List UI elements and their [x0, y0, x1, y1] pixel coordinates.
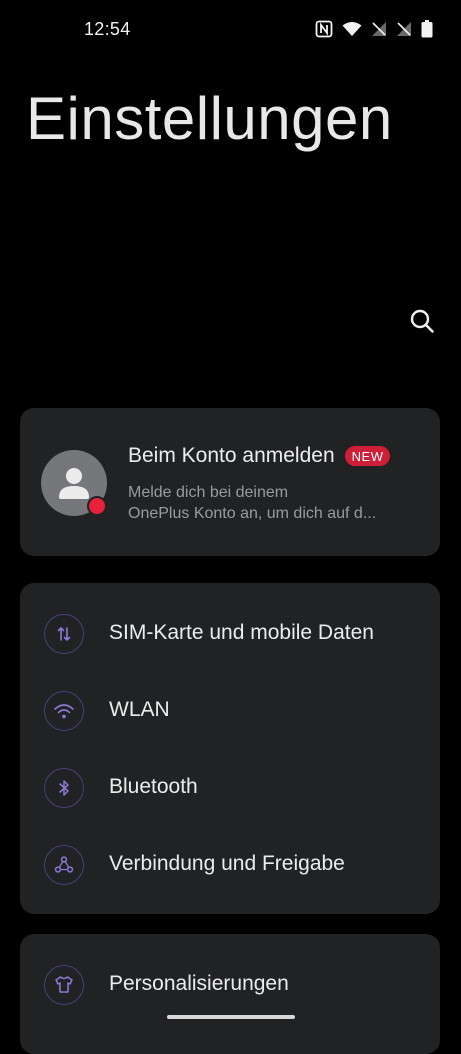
new-badge: NEW — [344, 446, 391, 466]
wifi-icon — [44, 691, 84, 731]
settings-item-wlan[interactable]: WLAN — [20, 672, 440, 750]
search-icon — [410, 309, 434, 333]
settings-item-personalization[interactable]: Personalisierungen — [20, 946, 440, 1024]
page-title: Einstellungen — [26, 85, 393, 152]
nfc-icon — [315, 20, 333, 38]
home-indicator[interactable] — [167, 1015, 295, 1019]
settings-item-bluetooth[interactable]: Bluetooth — [20, 749, 440, 827]
settings-item-label: Bluetooth — [109, 775, 198, 798]
shirt-icon — [44, 965, 84, 1005]
no-signal-icon — [371, 21, 387, 37]
settings-item-label: Verbindung und Freigabe — [109, 852, 345, 875]
no-signal-icon — [396, 21, 412, 37]
personalization-card: Personalisierungen — [20, 934, 440, 1054]
settings-item-label: SIM-Karte und mobile Daten — [109, 621, 374, 644]
bluetooth-icon — [44, 768, 84, 808]
account-title: Beim Konto anmelden — [128, 444, 335, 467]
battery-icon — [421, 20, 433, 38]
sim-data-icon — [44, 614, 84, 654]
settings-item-sim-data[interactable]: SIM-Karte und mobile Daten — [20, 595, 440, 673]
avatar — [41, 450, 107, 516]
status-bar: 12:54 — [0, 0, 461, 60]
settings-item-label: WLAN — [109, 698, 170, 721]
status-time: 12:54 — [84, 19, 131, 39]
connections-card: SIM-Karte und mobile Daten WLAN Bluetoot… — [20, 583, 440, 914]
search-button[interactable] — [402, 301, 442, 341]
share-icon — [44, 845, 84, 885]
account-subtitle-line2: OnePlus Konto an, um dich auf d... — [128, 505, 377, 522]
account-card[interactable]: Beim Konto anmelden NEW Melde dich bei d… — [20, 408, 440, 556]
notification-dot — [87, 496, 107, 516]
wifi-icon — [342, 21, 362, 37]
status-icons — [315, 20, 433, 38]
settings-item-connection-sharing[interactable]: Verbindung und Freigabe — [20, 826, 440, 904]
account-subtitle: Melde dich bei deinem OnePlus Konto an, … — [128, 482, 424, 524]
account-title-row: Beim Konto anmelden NEW — [128, 444, 391, 468]
settings-item-label: Personalisierungen — [109, 972, 289, 995]
account-subtitle-line1: Melde dich bei deinem — [128, 484, 289, 501]
